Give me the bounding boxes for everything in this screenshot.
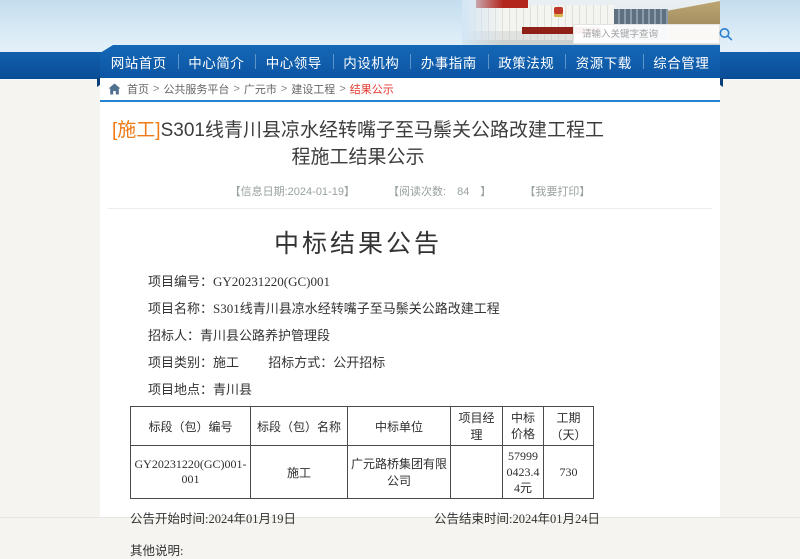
- nav-item-service-guide[interactable]: 办事指南: [410, 45, 488, 78]
- search-icon[interactable]: [718, 27, 734, 41]
- breadcrumb-separator: >: [233, 83, 239, 95]
- cell-section-name: 施工: [251, 446, 348, 499]
- field-project-number: 项目编号：GY20231220(GC)001: [148, 268, 720, 295]
- nav-item-label: 办事指南: [421, 52, 477, 72]
- meta-read-count: 【阅读次数: 84 】: [388, 186, 491, 198]
- announce-start-time: 公告开始时间:2024年01月19日: [130, 508, 296, 527]
- page-title: [施工]S301线青川县凉水经转嘴子至马鬃关公路改建工程工程施工结果公示: [108, 117, 608, 171]
- field-value: 青川县公路养护管理段: [200, 328, 330, 343]
- table-header-row: 标段（包）编号 标段（包）名称 中标单位 项目经理 中标价格 工期（天）: [131, 407, 594, 446]
- cell-project-manager: [451, 446, 503, 499]
- print-button[interactable]: 【我要打印】: [524, 186, 590, 198]
- breadcrumb-home[interactable]: 首页: [127, 81, 149, 97]
- field-value: S301线青川县凉水经转嘴子至马鬃关公路改建工程: [213, 301, 500, 316]
- bid-result-table: 标段（包）编号 标段（包）名称 中标单位 项目经理 中标价格 工期（天） GY2…: [130, 406, 594, 499]
- cell-winning-bidder: 广元路桥集团有限公司: [348, 446, 451, 499]
- nav-item-center-intro[interactable]: 中心简介: [178, 45, 256, 78]
- field-value: GY20231220(GC)001: [213, 274, 330, 289]
- other-notes: 其他说明:: [130, 540, 720, 559]
- article: [施工]S301线青川县凉水经转嘴子至马鬃关公路改建工程工程施工结果公示 【信息…: [100, 104, 720, 559]
- field-location: 项目地点：青川县: [148, 376, 720, 403]
- field-value: 公开招标: [333, 355, 385, 370]
- col-bid-price: 中标价格: [503, 407, 544, 446]
- nav-item-center-leaders[interactable]: 中心领导: [255, 45, 333, 78]
- breadcrumb-separator: >: [281, 83, 287, 95]
- home-icon[interactable]: [108, 83, 121, 95]
- title-text: S301线青川县凉水经转嘴子至马鬃关公路改建工程工程施工结果公示: [161, 120, 604, 168]
- field-label: 招标方式：: [268, 355, 333, 370]
- field-tenderer: 招标人：青川县公路养护管理段: [148, 322, 720, 349]
- breadcrumb-construction[interactable]: 建设工程: [291, 81, 335, 97]
- nav-item-departments[interactable]: 内设机构: [333, 45, 411, 78]
- nav-item-label: 综合管理: [653, 52, 709, 72]
- cell-bid-price: 579990423.44元: [503, 446, 544, 499]
- field-label: 项目编号：: [148, 274, 213, 289]
- nav-item-label: 中心领导: [266, 52, 322, 72]
- nav-item-label: 资源下载: [576, 52, 632, 72]
- field-label: 招标人：: [148, 328, 200, 343]
- breadcrumb: 首页 > 公共服务平台 > 广元市 > 建设工程 > 结果公示: [100, 78, 720, 102]
- field-label: 项目名称：: [148, 301, 213, 316]
- field-project-name: 项目名称：S301线青川县凉水经转嘴子至马鬃关公路改建工程: [148, 295, 720, 322]
- col-duration: 工期（天）: [544, 407, 594, 446]
- project-fields: 项目编号：GY20231220(GC)001 项目名称：S301线青川县凉水经转…: [148, 268, 720, 403]
- breadcrumb-separator: >: [339, 83, 345, 95]
- nav-item-label: 中心简介: [188, 52, 244, 72]
- cell-duration: 730: [544, 446, 594, 499]
- table-row: GY20231220(GC)001-001 施工 广元路桥集团有限公司 5799…: [131, 446, 594, 499]
- field-label: 项目类别：: [148, 355, 213, 370]
- breadcrumb-guangyuan[interactable]: 广元市: [244, 81, 277, 97]
- field-value: 施工: [213, 355, 239, 370]
- article-meta-bar: 【信息日期:2024-01-19】 【阅读次数: 84 】 【我要打印】: [100, 183, 720, 199]
- nav-item-label: 网站首页: [111, 52, 167, 72]
- meta-divider: [108, 208, 712, 209]
- col-section-number: 标段（包）编号: [131, 407, 251, 446]
- announce-end-time: 公告结束时间:2024年01月24日: [434, 508, 600, 527]
- col-winning-bidder: 中标单位: [348, 407, 451, 446]
- field-value: 青川县: [213, 382, 252, 397]
- nav-item-label: 政策法规: [498, 52, 554, 72]
- cell-section-number: GY20231220(GC)001-001: [131, 446, 251, 499]
- breadcrumb-current: 结果公示: [350, 81, 394, 97]
- notice-heading: 中标结果公告: [108, 224, 608, 260]
- meta-info-date: 【信息日期:2024-01-19】: [230, 186, 355, 198]
- nav-item-management[interactable]: 综合管理: [643, 45, 721, 78]
- search-bar: [573, 24, 720, 44]
- nav-item-label: 内设机构: [343, 52, 399, 72]
- content-card: 首页 > 公共服务平台 > 广元市 > 建设工程 > 结果公示 [施工]S301…: [100, 78, 720, 517]
- field-label: 项目地点：: [148, 382, 213, 397]
- nav-item-policies[interactable]: 政策法规: [488, 45, 566, 78]
- nav-ribbon-tail-right: [714, 52, 800, 79]
- search-input[interactable]: [574, 29, 718, 40]
- announcement-times: 公告开始时间:2024年01月19日 公告结束时间:2024年01月24日: [130, 508, 600, 527]
- nav-item-home[interactable]: 网站首页: [100, 45, 178, 78]
- title-category-tag: [施工]: [112, 120, 161, 141]
- nav-item-downloads[interactable]: 资源下载: [565, 45, 643, 78]
- breadcrumb-separator: >: [153, 83, 159, 95]
- col-section-name: 标段（包）名称: [251, 407, 348, 446]
- breadcrumb-public-service[interactable]: 公共服务平台: [163, 81, 229, 97]
- col-project-manager: 项目经理: [451, 407, 503, 446]
- field-category-and-method: 项目类别：施工 招标方式：公开招标: [148, 349, 720, 376]
- main-navigation: 网站首页 中心简介 中心领导 内设机构 办事指南 政策法规 资源下载 综合管理: [100, 45, 720, 78]
- nav-ribbon-tail-left: [0, 52, 106, 79]
